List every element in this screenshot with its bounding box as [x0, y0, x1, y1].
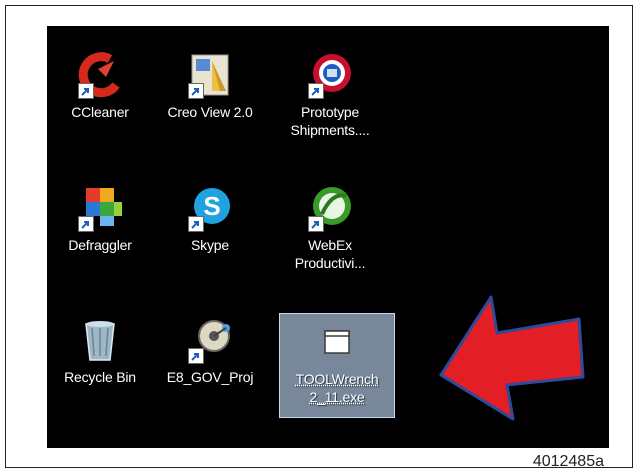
prototype-shipments-icon	[306, 51, 354, 99]
icon-label: Creo View 2.0	[167, 104, 253, 120]
desktop-icon-ccleaner[interactable]: CCleaner	[45, 51, 155, 121]
desktop-icon-e8-gov-proj[interactable]: E8_GOV_Proj	[155, 316, 265, 386]
exe-file-icon	[321, 326, 353, 358]
icon-label: Recycle Bin	[64, 369, 136, 385]
webex-productivity-icon	[306, 184, 354, 232]
red-arrow-icon	[439, 295, 585, 421]
icon-label: Defraggler	[68, 237, 132, 253]
icon-label: E8_GOV_Proj	[166, 369, 254, 385]
defraggler-icon	[76, 184, 124, 232]
icon-label-line2: Shipments....	[290, 122, 370, 138]
svg-text:S: S	[203, 191, 220, 221]
desktop-icon-defraggler[interactable]: Defraggler	[45, 184, 155, 254]
recycle-bin-icon	[76, 316, 124, 364]
desktop-icon-webex[interactable]: WebEx Productivi...	[275, 184, 385, 272]
ccleaner-icon	[76, 51, 124, 99]
figure-frame: CCleaner Creo View 2.0 Prototype Shipmen…	[5, 5, 633, 470]
figure-id: 4012485a	[532, 453, 604, 470]
desktop-icon-prototype-shipments[interactable]: Prototype Shipments....	[275, 51, 385, 139]
icon-label: Prototype	[300, 104, 360, 120]
e8-gov-proj-icon	[186, 316, 234, 364]
icon-label: Skype	[191, 237, 229, 253]
desktop-icon-toolwrench[interactable]: TOOLWrench 2_11.exe	[279, 313, 395, 418]
icon-label: TOOLWrench	[295, 371, 379, 387]
icon-label: WebEx	[308, 237, 352, 253]
creo-view-icon	[186, 51, 234, 99]
desktop-icon-creo-view[interactable]: Creo View 2.0	[155, 51, 265, 121]
icon-label: CCleaner	[71, 104, 129, 120]
icon-label-line2: 2_11.exe	[309, 389, 365, 405]
desktop[interactable]: CCleaner Creo View 2.0 Prototype Shipmen…	[47, 26, 609, 448]
skype-icon: S	[186, 184, 234, 232]
icon-label-line2: Productivi...	[294, 255, 366, 271]
desktop-icon-recycle-bin[interactable]: Recycle Bin	[45, 316, 155, 386]
desktop-icon-skype[interactable]: S Skype	[155, 184, 265, 254]
